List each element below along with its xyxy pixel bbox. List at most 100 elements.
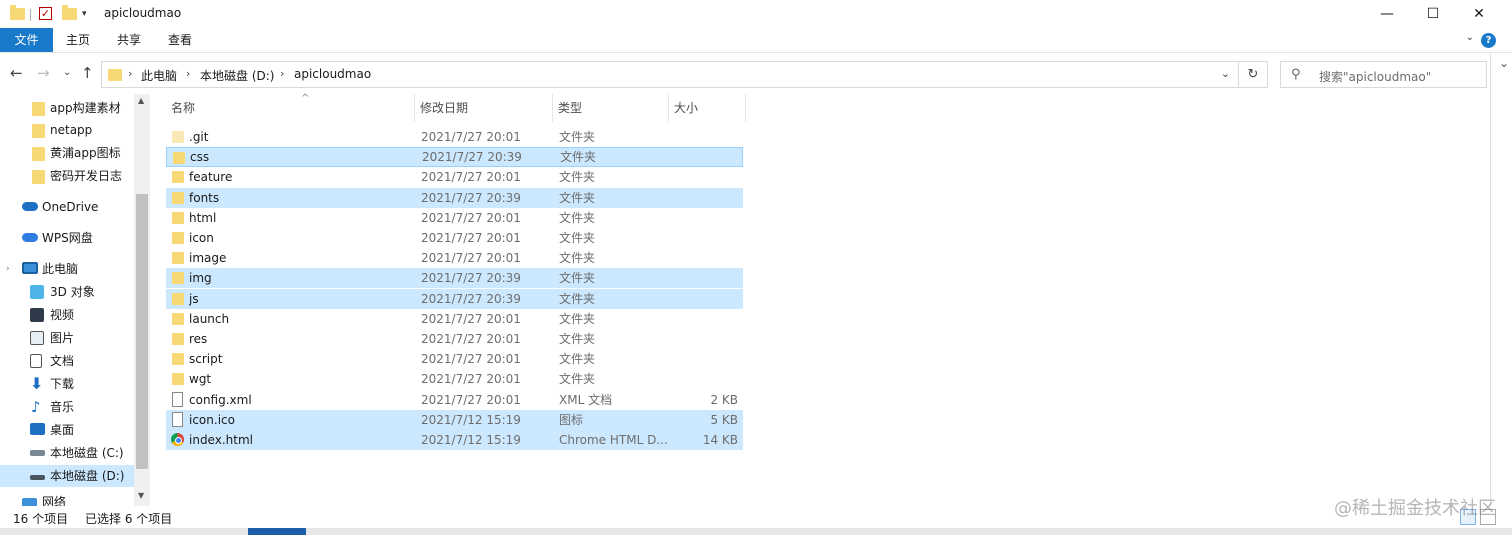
file-row[interactable]: img 2021/7/27 20:39 文件夹 xyxy=(166,268,743,289)
nav-item-drive-d[interactable]: 本地磁盘 (D:) xyxy=(0,465,134,487)
address-bar[interactable]: › 此电脑 › 本地磁盘 (D:) › apicloudmao ⌄ xyxy=(101,61,1239,88)
properties-check-icon[interactable]: ✓ xyxy=(39,7,52,20)
file-row[interactable]: js 2021/7/27 20:39 文件夹 xyxy=(166,288,743,309)
nav-item-downloads[interactable]: ⬇ 下载 xyxy=(0,373,150,395)
file-row[interactable]: res 2021/7/27 20:01 文件夹 xyxy=(166,329,743,349)
column-header-name[interactable]: 名称 ^ xyxy=(166,93,415,122)
new-folder-icon[interactable] xyxy=(62,5,77,20)
file-row[interactable]: .git 2021/7/27 20:01 文件夹 xyxy=(166,127,743,147)
file-row[interactable]: html 2021/7/27 20:01 文件夹 xyxy=(166,208,743,228)
tab-share[interactable]: 共享 xyxy=(108,28,150,52)
taskbar-item[interactable] xyxy=(248,528,306,535)
column-header-date[interactable]: 修改日期 xyxy=(415,94,553,122)
nav-item-documents[interactable]: 文档 xyxy=(0,350,150,372)
breadcrumb-this-pc[interactable]: 此电脑 xyxy=(141,67,177,84)
nav-item-label: 本地磁盘 (C:) xyxy=(50,446,124,460)
file-row[interactable]: config.xml 2021/7/27 20:01 XML 文档 2 KB xyxy=(166,390,743,410)
file-type: 文件夹 xyxy=(559,231,596,245)
address-row: ← → ⌄ ↑ › 此电脑 › 本地磁盘 (D:) › apicloudmao … xyxy=(0,54,1512,94)
help-icon[interactable]: ? xyxy=(1481,33,1496,48)
file-name: icon xyxy=(189,231,214,245)
nav-item-network[interactable]: 网络 xyxy=(0,491,150,506)
nav-item-wps-cloud[interactable]: WPS网盘 xyxy=(0,227,150,249)
file-row[interactable]: image 2021/7/27 20:01 文件夹 xyxy=(166,248,743,268)
breadcrumb-apicloudmao[interactable]: apicloudmao xyxy=(294,67,371,81)
file-row[interactable]: wgt 2021/7/27 20:01 文件夹 xyxy=(166,369,743,389)
expand-ribbon-icon[interactable]: ⌄ xyxy=(1466,32,1474,43)
tab-home[interactable]: 主页 xyxy=(57,28,99,52)
folder-icon xyxy=(32,124,45,138)
scroll-up-icon[interactable]: ▲ xyxy=(138,96,144,105)
scrollbar-thumb[interactable] xyxy=(136,194,148,469)
folder-icon xyxy=(32,170,45,184)
column-header-label: 名称 xyxy=(171,101,196,115)
column-header-label: 修改日期 xyxy=(420,101,469,115)
column-header-label: 大小 xyxy=(674,101,699,115)
customize-quick-access-icon[interactable]: ▾ xyxy=(82,9,87,27)
file-row[interactable]: css 2021/7/27 20:39 文件夹 xyxy=(166,147,743,168)
nav-item-pictures[interactable]: 图片 xyxy=(0,327,150,349)
nav-item-3d-objects[interactable]: 3D 对象 xyxy=(0,281,150,303)
nav-item-drive-c[interactable]: 本地磁盘 (C:) xyxy=(0,442,150,464)
file-type: 图标 xyxy=(559,412,584,427)
address-dropdown-icon[interactable]: ⌄ xyxy=(1221,67,1230,80)
close-button[interactable]: ✕ xyxy=(1456,0,1502,28)
file-row[interactable]: feature 2021/7/27 20:01 文件夹 xyxy=(166,167,743,187)
breadcrumb-separator[interactable]: › xyxy=(128,67,132,80)
xml-file-icon xyxy=(172,391,183,407)
window-title: apicloudmao xyxy=(104,6,182,20)
nav-item-onedrive[interactable]: OneDrive xyxy=(0,196,150,218)
desktop-icon xyxy=(30,423,45,435)
up-button[interactable]: ↑ xyxy=(81,64,94,82)
file-type: 文件夹 xyxy=(559,332,596,346)
breadcrumb-separator[interactable]: › xyxy=(186,67,190,80)
ico-file-icon xyxy=(172,411,183,427)
recent-locations-button[interactable]: ⌄ xyxy=(63,67,71,78)
file-row[interactable]: index.html 2021/7/12 15:19 Chrome HTML D..… xyxy=(166,430,743,450)
column-header-label: 类型 xyxy=(558,101,583,115)
nav-item-huangpu-icons[interactable]: 黄浦app图标 xyxy=(0,142,150,164)
file-row[interactable]: fonts 2021/7/27 20:39 文件夹 xyxy=(166,187,743,208)
nav-item-label: netapp xyxy=(50,123,93,137)
nav-item-netapp[interactable]: netapp xyxy=(0,119,150,141)
search-input[interactable]: ⚲ 搜索"apicloudmao" xyxy=(1280,61,1487,88)
file-type: 文件夹 xyxy=(559,130,596,144)
breadcrumb-separator[interactable]: › xyxy=(280,67,284,80)
nav-item-password-log[interactable]: 密码开发日志 xyxy=(0,165,150,187)
tab-view[interactable]: 查看 xyxy=(159,28,201,52)
scroll-down-icon[interactable]: ▼ xyxy=(138,491,144,500)
quick-access-separator xyxy=(30,9,31,21)
file-type: 文件夹 xyxy=(559,311,596,326)
file-name: res xyxy=(189,332,208,346)
column-header-type[interactable]: 类型 xyxy=(553,94,669,122)
chevron-down-icon[interactable]: ⌄ xyxy=(1499,56,1509,70)
nav-item-videos[interactable]: 视频 xyxy=(0,304,150,326)
selected-count: 已选择 6 个项目 xyxy=(85,512,173,526)
folder-icon xyxy=(172,191,184,204)
nav-item-label: OneDrive xyxy=(42,200,99,214)
taskbar-strip xyxy=(0,528,1512,535)
refresh-button[interactable]: ↻ xyxy=(1239,61,1268,88)
breadcrumb-drive-d[interactable]: 本地磁盘 (D:) xyxy=(200,67,274,84)
tab-file[interactable]: 文件 xyxy=(0,28,53,52)
nav-item-label: 图片 xyxy=(50,331,75,345)
back-button[interactable]: ← xyxy=(10,64,23,82)
search-icon: ⚲ xyxy=(1291,67,1301,82)
nav-item-this-pc[interactable]: › 此电脑 xyxy=(0,258,150,280)
maximize-button[interactable]: ☐ xyxy=(1410,0,1456,28)
chrome-icon xyxy=(171,433,184,446)
chevron-right-icon[interactable]: › xyxy=(6,258,10,280)
column-header-size[interactable]: 大小 xyxy=(669,94,746,122)
nav-item-label: 本地磁盘 (D:) xyxy=(50,469,125,483)
file-row[interactable]: script 2021/7/27 20:01 文件夹 xyxy=(166,349,743,369)
nav-scrollbar[interactable]: ▲ ▼ xyxy=(134,94,150,506)
file-row[interactable]: launch 2021/7/27 20:01 文件夹 xyxy=(166,309,743,329)
file-type: 文件夹 xyxy=(559,271,596,286)
nav-item-app-assets[interactable]: app构建素材 xyxy=(0,97,150,119)
file-row[interactable]: icon 2021/7/27 20:01 文件夹 xyxy=(166,228,743,248)
minimize-button[interactable]: — xyxy=(1364,0,1410,28)
file-row[interactable]: icon.ico 2021/7/12 15:19 图标 5 KB xyxy=(166,409,743,430)
nav-item-music[interactable]: ♪ 音乐 xyxy=(0,396,150,418)
forward-button[interactable]: → xyxy=(37,64,50,82)
nav-item-desktop[interactable]: 桌面 xyxy=(0,419,150,441)
